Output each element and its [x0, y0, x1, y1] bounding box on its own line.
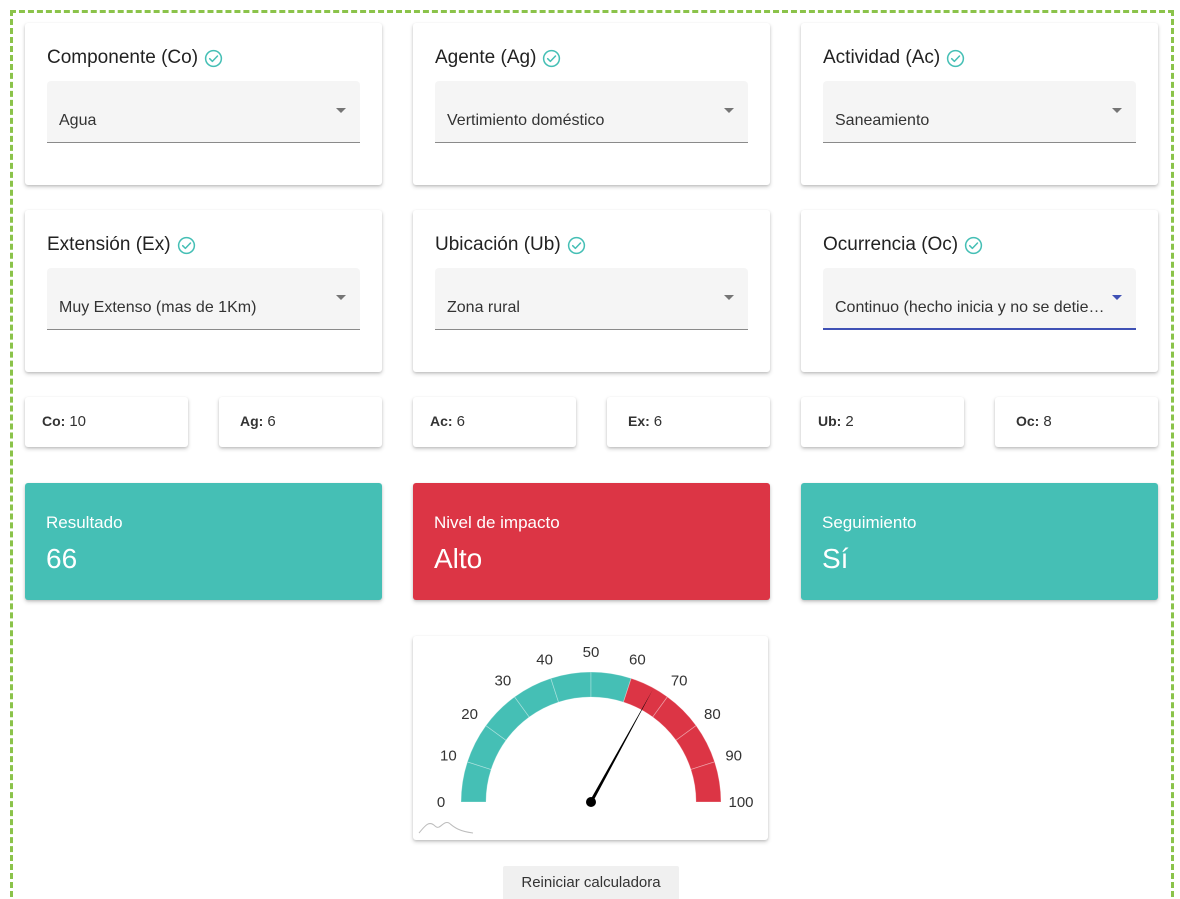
- selector-title-label: Componente (Co): [47, 47, 199, 68]
- dropdown-arrow-icon[interactable]: [1112, 295, 1122, 300]
- gauge-tick-label: 20: [461, 706, 478, 723]
- score-value: 2: [845, 413, 854, 430]
- selector-card-oc: Ocurrencia (Oc) Continuo (hecho inicia y …: [801, 210, 1158, 372]
- selector-card-ex: Extensión (Ex) Muy Extenso (mas de 1Km): [25, 210, 382, 372]
- selector-title: Ubicación (Ub): [435, 234, 586, 256]
- score-chip-ag: Ag: 6: [219, 397, 382, 447]
- score-value: 8: [1043, 413, 1052, 430]
- select-oc[interactable]: Continuo (hecho inicia y no se detie…: [823, 268, 1136, 330]
- result-card: Resultado 66: [25, 483, 382, 600]
- score-chip-ex: Ex: 6: [607, 397, 770, 447]
- impact-gauge: 0 10 20 30 40 50 60 70 80 90 100: [418, 644, 754, 834]
- stat-value: 66: [46, 543, 78, 574]
- selector-title-label: Agente (Ag): [435, 47, 537, 68]
- impact-gauge-card: 0 10 20 30 40 50 60 70 80 90 100: [413, 636, 768, 840]
- score-value: 6: [267, 413, 276, 430]
- score-value: 6: [653, 413, 663, 430]
- select-ex[interactable]: Muy Extenso (mas de 1Km): [47, 268, 360, 330]
- score-label: Oc:: [1016, 413, 1040, 429]
- selector-title: Ocurrencia (Oc): [823, 234, 983, 256]
- gauge-tick-label: 10: [440, 748, 457, 765]
- dropdown-arrow-icon[interactable]: [724, 295, 734, 300]
- select-co[interactable]: Agua: [47, 81, 360, 143]
- gauge-tick-label: 0: [437, 794, 445, 811]
- dropdown-arrow-icon[interactable]: [336, 295, 346, 300]
- gauge-band-segment: [690, 761, 722, 803]
- stat-label: Resultado: [46, 513, 123, 532]
- select-ag[interactable]: Vertimiento doméstico: [435, 81, 748, 143]
- selector-card-ac: Actividad (Ac) Saneamiento: [801, 23, 1158, 185]
- score-text: Ex: 6: [628, 413, 662, 430]
- gauge-tick-label: 60: [629, 651, 646, 668]
- check-circle-icon: [177, 236, 195, 254]
- selector-title: Agente (Ag): [435, 47, 561, 69]
- score-label: Ub:: [818, 413, 842, 429]
- select-value: Muy Extenso (mas de 1Km): [59, 299, 257, 316]
- gauge-tick-label: 50: [583, 644, 600, 661]
- select-value: Saneamiento: [835, 112, 930, 129]
- score-text: Ag: 6: [240, 413, 276, 430]
- selector-title-label: Actividad (Ac): [823, 47, 941, 68]
- selector-card-co: Componente (Co) Agua: [25, 23, 382, 185]
- score-text: Ac: 6: [430, 413, 465, 430]
- score-text: Ub: 2: [818, 413, 854, 430]
- gauge-tick-label: 90: [725, 748, 742, 765]
- selector-card-ub: Ubicación (Ub) Zona rural: [413, 210, 770, 372]
- select-value: Continuo (hecho inicia y no se detie…: [835, 299, 1105, 316]
- score-value: 6: [456, 413, 465, 430]
- score-chip-ac: Ac: 6: [413, 397, 576, 447]
- gauge-band-segment: [550, 671, 592, 703]
- gauge-needle-hub: [586, 797, 596, 807]
- chart-logo-icon: [418, 821, 474, 834]
- selector-title: Extensión (Ex): [47, 234, 196, 256]
- check-circle-icon: [543, 49, 561, 67]
- stat-value: Alto: [434, 543, 483, 574]
- score-label: Ex:: [628, 413, 650, 429]
- selector-title: Componente (Co): [47, 47, 223, 69]
- gauge-tick-label: 30: [494, 673, 511, 690]
- score-label: Co:: [42, 413, 66, 429]
- gauge-tick-label: 40: [536, 651, 553, 668]
- score-text: Oc: 8: [1016, 413, 1052, 430]
- check-circle-icon: [947, 49, 965, 67]
- reset-calculator-button[interactable]: Reiniciar calculadora: [503, 866, 679, 899]
- selector-title-label: Ubicación (Ub): [435, 234, 561, 255]
- check-circle-icon: [567, 236, 585, 254]
- score-text: Co: 10: [42, 413, 86, 430]
- score-chip-oc: Oc: 8: [995, 397, 1158, 447]
- select-value: Agua: [59, 112, 97, 129]
- stat-label: Nivel de impacto: [434, 513, 560, 532]
- score-chip-ub: Ub: 2: [801, 397, 964, 447]
- gauge-tick-label: 80: [704, 706, 721, 723]
- select-value: Zona rural: [447, 299, 520, 316]
- stat-label: Seguimiento: [822, 513, 917, 532]
- score-chip-co: Co: 10: [25, 397, 188, 447]
- dropdown-arrow-icon[interactable]: [1112, 108, 1122, 113]
- select-ac[interactable]: Saneamiento: [823, 81, 1136, 143]
- selector-card-ag: Agente (Ag) Vertimiento doméstico: [413, 23, 770, 185]
- selector-title-label: Extensión (Ex): [47, 234, 171, 255]
- dropdown-arrow-icon[interactable]: [336, 108, 346, 113]
- score-label: Ag:: [240, 413, 264, 429]
- selector-title-label: Ocurrencia (Oc): [823, 234, 959, 255]
- select-value: Vertimiento doméstico: [447, 112, 605, 129]
- score-label: Ac:: [430, 413, 453, 429]
- gauge-needle: [589, 689, 653, 803]
- gauge-tick-label: 70: [671, 673, 688, 690]
- follow-up-card: Seguimiento Sí: [801, 483, 1158, 600]
- selector-title: Actividad (Ac): [823, 47, 965, 69]
- score-value: 10: [69, 413, 87, 430]
- select-ub[interactable]: Zona rural: [435, 268, 748, 330]
- check-circle-icon: [964, 236, 983, 254]
- check-circle-icon: [204, 49, 223, 67]
- dropdown-arrow-icon[interactable]: [724, 108, 734, 113]
- gauge-tick-label: 100: [728, 794, 753, 811]
- stat-value: Sí: [822, 543, 849, 574]
- impact-level-card: Nivel de impacto Alto: [413, 483, 770, 600]
